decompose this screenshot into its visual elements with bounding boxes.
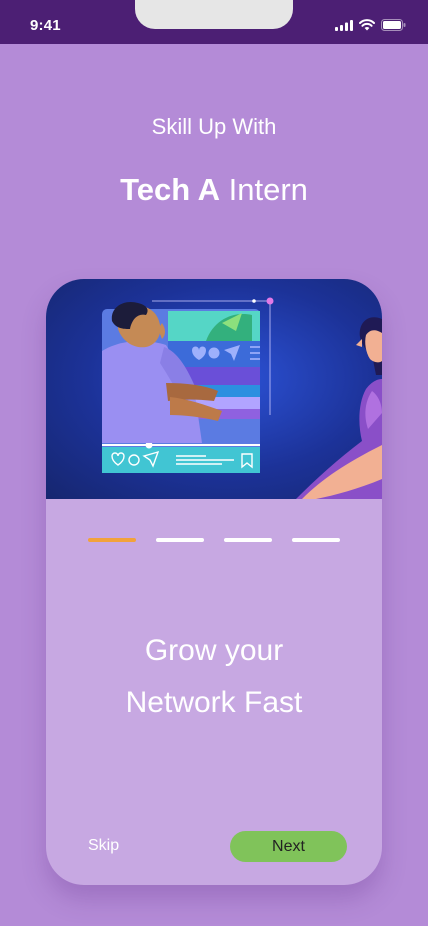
- brand-title-light: Intern: [220, 172, 308, 207]
- page-indicator-dash-3[interactable]: [224, 538, 272, 542]
- header-subtitle: Skill Up With: [151, 114, 277, 139]
- skip-button[interactable]: Skip: [88, 837, 119, 855]
- headline-line-2: Network Fast: [125, 686, 303, 719]
- cellular-signal-icon: [335, 19, 353, 31]
- brand-title: Tech A Intern: [0, 172, 428, 208]
- onboarding-headline: Grow your Network Fast: [46, 625, 382, 729]
- page-indicator-dash-2[interactable]: [156, 538, 204, 542]
- page-indicator: [88, 538, 340, 542]
- status-time: 9:41: [30, 17, 61, 34]
- status-icons: [335, 19, 406, 31]
- headline-line-1: Grow your: [144, 634, 284, 667]
- brand-title-bold: Tech A: [120, 172, 220, 207]
- next-button[interactable]: Next: [230, 831, 347, 862]
- battery-icon: [381, 19, 406, 31]
- page-indicator-dash-4[interactable]: [292, 538, 340, 542]
- device-notch: [135, 0, 293, 29]
- page-indicator-dash-1[interactable]: [88, 538, 136, 542]
- social-media-illustration: [102, 297, 382, 499]
- status-bar: 9:41: [0, 0, 428, 44]
- wifi-icon: [359, 19, 375, 31]
- hero-illustration: [46, 279, 382, 499]
- onboarding-card: Grow your Network Fast Skip Next: [46, 279, 382, 885]
